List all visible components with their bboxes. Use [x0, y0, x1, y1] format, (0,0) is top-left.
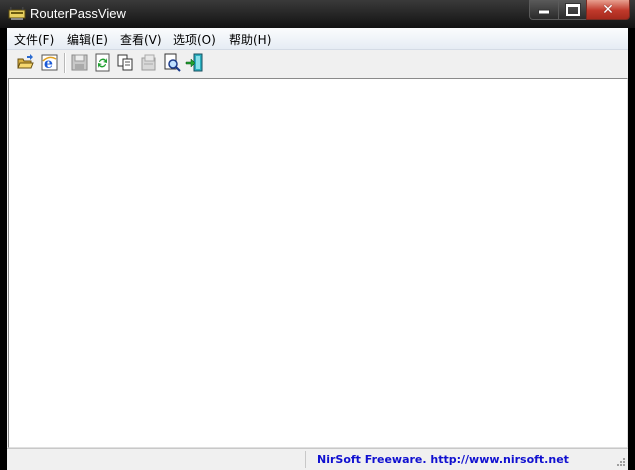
status-bar: NirSoft Freeware. http://www.nirsoft.net [7, 448, 628, 470]
copy-icon[interactable] [116, 53, 135, 72]
menu-help[interactable]: 帮助(H) [229, 31, 271, 48]
menu-options[interactable]: 选项(O) [173, 31, 216, 48]
window-title: RouterPassView [30, 6, 126, 21]
maximize-icon [565, 3, 580, 16]
refresh-icon[interactable] [93, 53, 112, 72]
status-pane-items [9, 451, 306, 468]
router-app-icon [8, 7, 26, 20]
find-icon[interactable] [162, 53, 181, 72]
password-list-view[interactable] [8, 78, 628, 448]
client-area: 文件(F) 编辑(E) 查看(V) 选项(O) 帮助(H) e NirSoft … [7, 28, 628, 470]
close-button[interactable]: ✕ [586, 0, 630, 20]
app-window: RouterPassView ✕ 文件(F) 编辑(E) 查看(V) 选项(O)… [0, 0, 635, 470]
properties-icon[interactable] [139, 53, 158, 72]
save-icon[interactable] [70, 53, 89, 72]
title-bar[interactable]: RouterPassView ✕ [0, 0, 635, 28]
resize-grip-icon[interactable] [614, 457, 626, 469]
toolbar: e [7, 50, 628, 76]
toolbar-separator [64, 53, 66, 73]
status-pane-link: NirSoft Freeware. http://www.nirsoft.net [307, 451, 597, 468]
nirsoft-link[interactable]: NirSoft Freeware. http://www.nirsoft.net [317, 453, 569, 466]
exit-icon[interactable] [185, 53, 204, 72]
minimize-icon [538, 5, 550, 14]
menu-view[interactable]: 查看(V) [120, 31, 162, 48]
close-icon: ✕ [602, 1, 614, 18]
menu-bar: 文件(F) 编辑(E) 查看(V) 选项(O) 帮助(H) [7, 28, 628, 50]
menu-edit[interactable]: 编辑(E) [67, 31, 108, 48]
internet-explorer-icon[interactable]: e [40, 53, 59, 72]
open-folder-icon[interactable] [16, 53, 35, 72]
minimize-button[interactable] [529, 0, 559, 20]
maximize-button[interactable] [558, 0, 587, 20]
menu-file[interactable]: 文件(F) [14, 31, 54, 48]
